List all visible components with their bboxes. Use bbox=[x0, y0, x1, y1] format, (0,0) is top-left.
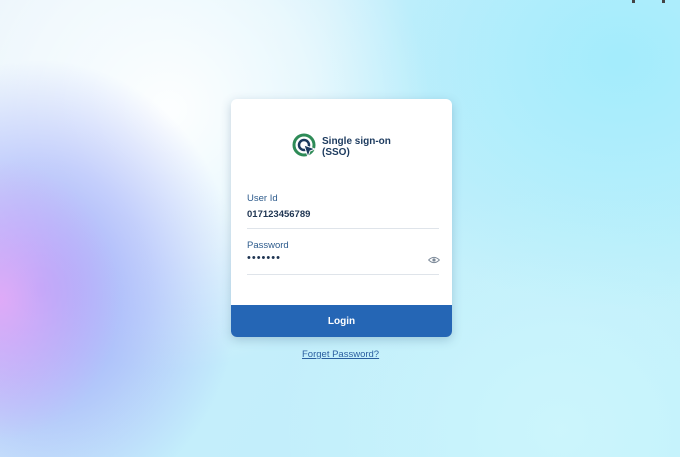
user-id-field[interactable]: User Id 017123456789 bbox=[247, 193, 439, 233]
sso-logo-icon bbox=[292, 133, 317, 159]
corner-marks bbox=[632, 0, 672, 4]
brand-title: Single sign-on (SSO) bbox=[322, 136, 391, 158]
password-label: Password bbox=[247, 240, 289, 251]
password-underline bbox=[247, 274, 439, 275]
eye-icon[interactable] bbox=[428, 256, 440, 264]
user-id-label: User Id bbox=[247, 193, 278, 204]
user-id-underline bbox=[247, 228, 439, 229]
user-id-input[interactable]: 017123456789 bbox=[247, 209, 439, 220]
password-field[interactable]: Password ••••••• bbox=[247, 240, 440, 280]
login-button[interactable]: Login bbox=[231, 305, 452, 337]
password-input[interactable]: ••••••• bbox=[247, 252, 439, 264]
login-card: Single sign-on (SSO) User Id 01712345678… bbox=[231, 99, 452, 337]
forgot-password-link[interactable]: Forget Password? bbox=[302, 349, 379, 360]
brand-header: Single sign-on (SSO) bbox=[292, 133, 402, 159]
